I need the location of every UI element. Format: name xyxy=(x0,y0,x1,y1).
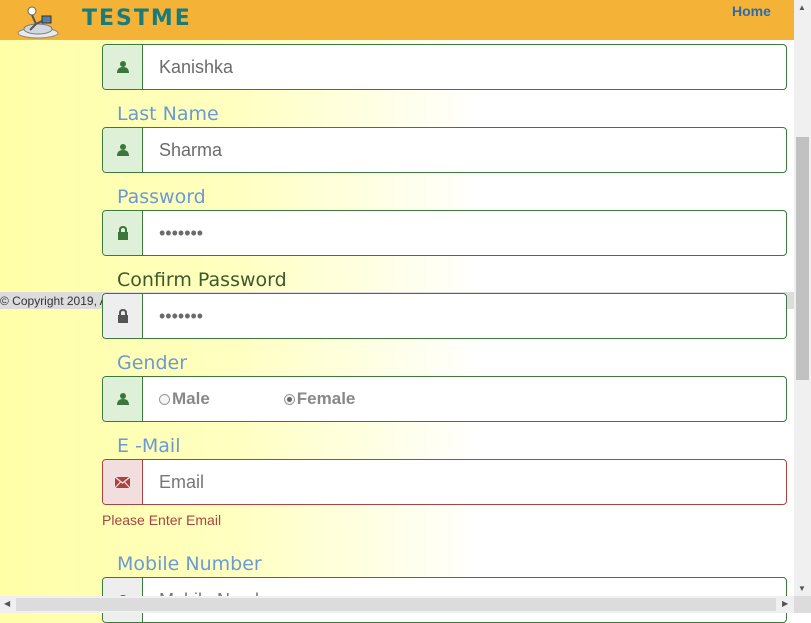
scroll-down-icon[interactable]: ▼ xyxy=(798,584,806,593)
vertical-scroll-thumb[interactable] xyxy=(796,137,809,380)
scroll-left-icon[interactable]: ◀ xyxy=(4,599,10,608)
email-input[interactable] xyxy=(159,471,786,493)
email-label: E -Mail xyxy=(117,435,181,457)
password-group xyxy=(102,210,787,256)
scroll-up-icon[interactable]: ▲ xyxy=(798,3,806,12)
first-name-input[interactable] xyxy=(159,56,786,78)
first-name-group xyxy=(102,44,787,90)
horizontal-scrollbar[interactable]: ◀ ▶ xyxy=(0,596,794,613)
gender-option-female[interactable]: Female xyxy=(283,389,356,409)
male-radio[interactable] xyxy=(159,393,170,405)
male-label: Male xyxy=(172,389,210,408)
gender-option-male[interactable]: Male xyxy=(159,389,210,409)
last-name-group xyxy=(102,127,787,173)
password-label: Password xyxy=(117,186,206,208)
horizontal-scroll-thumb[interactable] xyxy=(16,598,776,611)
last-name-input[interactable] xyxy=(159,139,786,161)
password-input[interactable] xyxy=(159,222,786,244)
lock-icon xyxy=(103,211,143,255)
confirm-password-group xyxy=(102,293,787,339)
confirm-password-label: Confirm Password xyxy=(117,269,287,291)
footer-copyright: © Copyright 2019, A xyxy=(0,294,108,308)
confirm-password-input[interactable] xyxy=(159,305,786,327)
email-error-message: Please Enter Email xyxy=(102,512,222,528)
envelope-icon xyxy=(103,460,143,504)
last-name-label: Last Name xyxy=(117,103,219,125)
user-icon xyxy=(103,128,143,172)
mobile-label: Mobile Number xyxy=(117,553,262,575)
gender-group: Male Female xyxy=(102,376,787,422)
female-radio[interactable] xyxy=(283,393,295,405)
gender-label: Gender xyxy=(117,352,188,374)
lock-icon xyxy=(103,294,143,338)
female-label: Female xyxy=(296,389,356,408)
user-icon xyxy=(103,377,143,421)
vertical-scrollbar[interactable]: ▲ ▼ xyxy=(794,0,811,596)
top-navbar: TESTME Home xyxy=(0,0,794,40)
user-icon xyxy=(103,45,143,89)
home-link[interactable]: Home xyxy=(732,3,771,19)
scrollbar-corner xyxy=(794,596,811,613)
logo-text[interactable]: TESTME xyxy=(82,6,192,31)
logo-icon xyxy=(16,0,62,40)
scroll-right-icon[interactable]: ▶ xyxy=(782,599,788,608)
email-group xyxy=(102,459,787,505)
